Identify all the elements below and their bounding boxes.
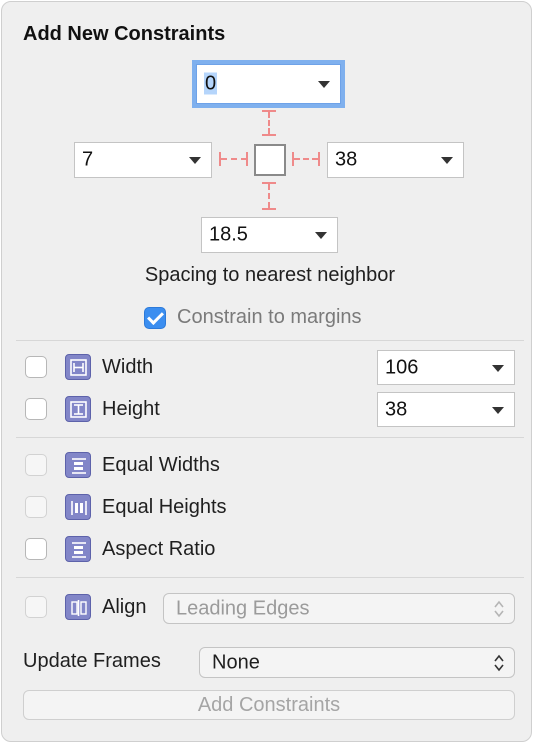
- bottom-strut-cap: [262, 208, 276, 210]
- top-strut-cap: [262, 134, 276, 136]
- equal-heights-label: Equal Heights: [102, 496, 227, 518]
- height-field[interactable]: 38: [377, 392, 515, 427]
- spacing-caption: Spacing to nearest neighbor: [144, 264, 396, 286]
- width-label: Width: [102, 356, 154, 378]
- height-icon: [65, 396, 91, 422]
- aspect-ratio-icon: [65, 536, 91, 562]
- width-field[interactable]: 106: [377, 350, 515, 385]
- chevron-down-icon[interactable]: [492, 364, 504, 372]
- right-spacing-value: 38: [335, 148, 358, 171]
- add-constraints-button[interactable]: Add Constraints: [23, 690, 515, 720]
- chevron-down-icon[interactable]: [492, 406, 504, 414]
- height-value: 38: [385, 398, 408, 420]
- updown-arrows-icon: [494, 600, 504, 617]
- constraint-center-box: [254, 144, 286, 176]
- add-constraints-popover: Add New Constraints 0 7 38 18.5 Spacing …: [1, 1, 532, 742]
- chevron-down-icon[interactable]: [315, 232, 327, 239]
- chevron-down-icon[interactable]: [189, 157, 201, 164]
- right-strut-cap: [318, 152, 320, 166]
- update-frames-select[interactable]: None: [199, 647, 515, 678]
- right-strut[interactable]: [294, 158, 318, 160]
- align-checkbox[interactable]: [25, 596, 47, 618]
- updown-arrows-icon: [494, 654, 504, 671]
- left-strut[interactable]: [221, 158, 247, 160]
- update-frames-label: Update Frames: [23, 650, 161, 672]
- divider: [16, 577, 524, 578]
- align-value: Leading Edges: [176, 597, 310, 619]
- divider: [16, 340, 524, 341]
- aspect-ratio-label: Aspect Ratio: [102, 538, 216, 560]
- align-icon: [65, 594, 91, 620]
- height-label: Height: [102, 398, 160, 420]
- equal-widths-icon: [65, 452, 91, 478]
- popover-title: Add New Constraints: [23, 23, 226, 45]
- equal-widths-label: Equal Widths: [102, 454, 220, 476]
- divider: [16, 437, 524, 438]
- width-checkbox[interactable]: [25, 356, 47, 378]
- align-select[interactable]: Leading Edges: [163, 593, 515, 624]
- constrain-margins-label[interactable]: Constrain to margins: [177, 306, 362, 329]
- top-spacing-value: 0: [204, 72, 218, 95]
- top-spacing-field[interactable]: 0: [192, 60, 345, 108]
- equal-heights-checkbox[interactable]: [25, 496, 47, 518]
- align-label: Align: [102, 596, 147, 618]
- chevron-down-icon[interactable]: [318, 81, 330, 88]
- equal-heights-icon: [65, 494, 91, 520]
- width-icon: [65, 354, 91, 380]
- chevron-down-icon[interactable]: [441, 157, 453, 164]
- equal-widths-checkbox[interactable]: [25, 454, 47, 476]
- right-spacing-field[interactable]: 38: [327, 142, 464, 178]
- constrain-margins-checkbox[interactable]: [144, 307, 166, 329]
- left-spacing-field[interactable]: 7: [74, 142, 212, 178]
- width-value: 106: [385, 356, 419, 378]
- top-strut[interactable]: [268, 112, 270, 134]
- bottom-spacing-field[interactable]: 18.5: [201, 217, 338, 253]
- bottom-spacing-value: 18.5: [209, 223, 248, 246]
- aspect-ratio-checkbox[interactable]: [25, 538, 47, 560]
- left-strut-cap: [246, 152, 248, 166]
- update-frames-value: None: [212, 651, 260, 673]
- bottom-strut[interactable]: [268, 184, 270, 208]
- left-spacing-value: 7: [82, 148, 94, 171]
- height-checkbox[interactable]: [25, 398, 47, 420]
- checkmark-icon: [147, 308, 164, 325]
